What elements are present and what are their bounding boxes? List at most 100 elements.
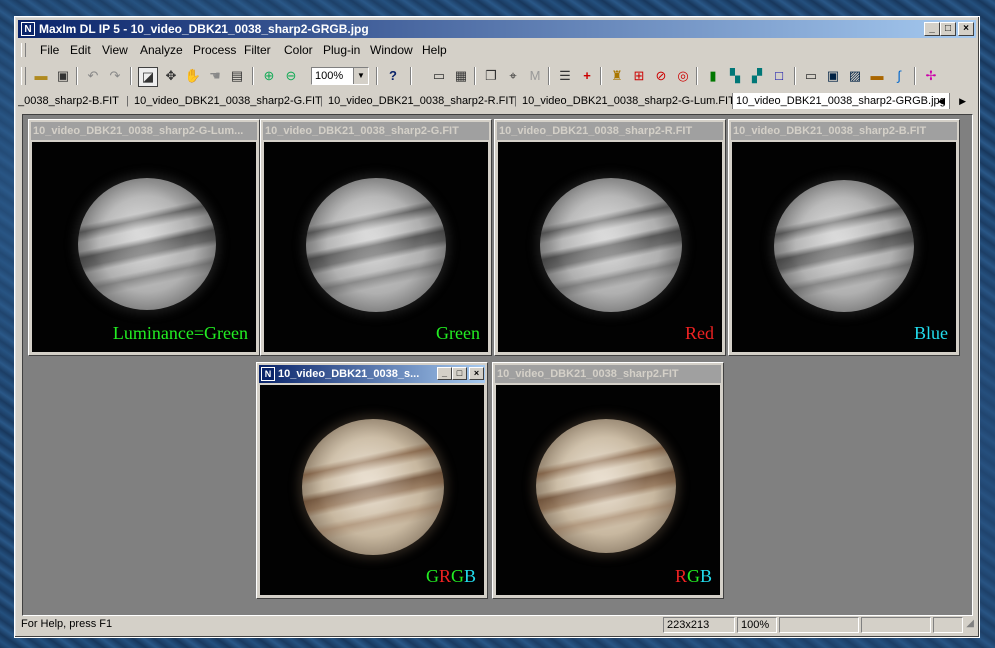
image-window-title[interactable]: N 10_video_DBK21_0038_s... _ □ ×: [259, 365, 485, 383]
toolbar-grip[interactable]: [21, 67, 26, 85]
image-window-title[interactable]: 10_video_DBK21_0038_sharp2-B.FIT: [731, 122, 957, 140]
jupiter-disk: [540, 178, 682, 312]
chart-icon[interactable]: ▮: [704, 67, 722, 85]
menu-bar: File Edit View Analyze Process Filter Co…: [18, 40, 976, 60]
move-icon[interactable]: ✥: [162, 67, 180, 85]
menu-view[interactable]: View: [102, 40, 128, 60]
panel-icon[interactable]: ▭: [802, 67, 820, 85]
title-bar[interactable]: N MaxIm DL IP 5 - 10_video_DBK21_0038_sh…: [18, 20, 976, 38]
star-icon[interactable]: ✢: [922, 67, 940, 85]
menu-plugin[interactable]: Plug-in: [323, 40, 360, 60]
fwhm-icon[interactable]: ◎: [674, 67, 692, 85]
tab-g-lum-fit[interactable]: 10_video_DBK21_0038_sharp2-G-Lum.FIT: [522, 93, 735, 109]
curve-icon[interactable]: ∫: [890, 67, 908, 85]
list-icon[interactable]: ☰: [556, 67, 574, 85]
image-window-blue[interactable]: 10_video_DBK21_0038_sharp2-B.FIT Blue: [728, 119, 960, 356]
image-window-grgb[interactable]: N 10_video_DBK21_0038_s... _ □ × GRGB: [256, 362, 488, 599]
save-icon[interactable]: ▣: [54, 67, 72, 85]
tab-r-fit[interactable]: 10_video_DBK21_0038_sharp2-R.FIT: [328, 93, 515, 109]
tab-grgb-jpg[interactable]: 10_video_DBK21_0038_sharp2-GRGB.jpg: [732, 93, 950, 109]
tab-b-fit[interactable]: _0038_sharp2-B.FIT: [18, 93, 119, 109]
status-zoom: 100%: [737, 617, 777, 633]
jupiter-image[interactable]: GRGB: [260, 385, 484, 595]
stack-icon[interactable]: ▦: [452, 67, 470, 85]
close-button[interactable]: ×: [469, 367, 484, 380]
minimize-button[interactable]: _: [437, 367, 452, 380]
plus-icon[interactable]: +: [578, 67, 596, 85]
menu-help[interactable]: Help: [422, 40, 447, 60]
align-icon[interactable]: ▚: [726, 67, 744, 85]
label-letter: G: [686, 566, 700, 586]
copy-icon[interactable]: ❐: [482, 67, 500, 85]
image-label: GRGB: [426, 566, 476, 587]
select-icon[interactable]: ◪: [138, 67, 158, 87]
hand-icon[interactable]: ✋: [184, 67, 202, 85]
crosshair-icon[interactable]: ⌖: [504, 67, 522, 85]
image-window-green[interactable]: 10_video_DBK21_0038_sharp2-G.FIT Green: [260, 119, 492, 356]
bar-icon[interactable]: ▬: [868, 67, 886, 85]
image-window-title[interactable]: 10_video_DBK21_0038_sharp2-G-Lum...: [31, 122, 257, 140]
properties-icon[interactable]: ▤: [228, 67, 246, 85]
maximize-button[interactable]: □: [452, 367, 467, 380]
main-window: N MaxIm DL IP 5 - 10_video_DBK21_0038_sh…: [14, 16, 980, 638]
toolbar-separator: [914, 67, 916, 85]
ruler-icon[interactable]: ▭: [430, 67, 448, 85]
zoom-select[interactable]: 100% ▼: [311, 67, 369, 85]
square-icon[interactable]: □: [770, 67, 788, 85]
image-window-title[interactable]: 10_video_DBK21_0038_sharp2-R.FIT: [497, 122, 723, 140]
menu-process[interactable]: Process: [193, 40, 236, 60]
bucket-icon[interactable]: ♜: [608, 67, 626, 85]
app-icon[interactable]: N: [21, 22, 35, 36]
measure-icon[interactable]: M: [526, 67, 544, 85]
menu-color[interactable]: Color: [284, 40, 313, 60]
status-help-text: For Help, press F1: [21, 618, 113, 630]
image-window-luminance[interactable]: 10_video_DBK21_0038_sharp2-G-Lum... Lumi…: [28, 119, 260, 356]
menu-analyze[interactable]: Analyze: [140, 40, 183, 60]
undo-icon[interactable]: ↶: [84, 67, 102, 85]
redo-icon[interactable]: ↷: [106, 67, 124, 85]
jupiter-image[interactable]: RGB: [496, 385, 720, 595]
image-label: Red: [685, 323, 714, 343]
jupiter-image[interactable]: Luminance=Green: [32, 142, 256, 352]
jupiter-image[interactable]: Blue: [732, 142, 956, 352]
jupiter-image[interactable]: Green: [264, 142, 488, 352]
picture-icon[interactable]: ▨: [846, 67, 864, 85]
chevron-down-icon[interactable]: ▼: [353, 68, 368, 84]
window-controls: _ □ ×: [924, 22, 974, 36]
help-pointer-icon[interactable]: ?: [384, 67, 402, 85]
mdi-workspace[interactable]: 10_video_DBK21_0038_sharp2-G-Lum... Lumi…: [22, 114, 973, 616]
image-window-title[interactable]: 10_video_DBK21_0038_sharp2.FIT: [495, 365, 721, 383]
child-window-controls: _ □ ×: [437, 367, 484, 380]
jupiter-disk: [78, 178, 216, 310]
zoom-in-icon[interactable]: ⊕: [260, 67, 278, 85]
tab-g-fit[interactable]: 10_video_DBK21_0038_sharp2-G.FIT: [134, 93, 322, 109]
toolbar: ▬ ▣ ↶ ↷ ◪ ✥ ✋ ☚ ▤ ⊕ ⊖ 100% ▼ ? ▭ ▦ ❐ ⌖ M…: [18, 63, 976, 89]
open-icon[interactable]: ▬: [32, 67, 50, 85]
menu-file[interactable]: File: [40, 40, 59, 60]
menu-window[interactable]: Window: [370, 40, 413, 60]
tab-scroll-arrows[interactable]: ◀ ▶: [938, 93, 972, 109]
resize-grip-icon[interactable]: ◢: [966, 615, 974, 633]
menu-filter[interactable]: Filter: [244, 40, 271, 60]
combine-icon[interactable]: ▞: [748, 67, 766, 85]
image-window-red[interactable]: 10_video_DBK21_0038_sharp2-R.FIT Red: [494, 119, 726, 356]
document-tabs: _0038_sharp2-B.FIT | 10_video_DBK21_0038…: [18, 93, 976, 109]
image-window-rgb[interactable]: 10_video_DBK21_0038_sharp2.FIT RGB: [492, 362, 724, 599]
label-letter: B: [699, 566, 712, 586]
pan-icon[interactable]: ☚: [206, 67, 224, 85]
image-window-title[interactable]: 10_video_DBK21_0038_sharp2-G.FIT: [263, 122, 489, 140]
maximize-button[interactable]: □: [940, 22, 956, 36]
jupiter-image[interactable]: Red: [498, 142, 722, 352]
ring-icon[interactable]: ⊘: [652, 67, 670, 85]
menu-edit[interactable]: Edit: [70, 40, 91, 60]
tab-separator: |: [514, 95, 517, 107]
close-button[interactable]: ×: [958, 22, 974, 36]
toolbar-separator: [794, 67, 796, 85]
app-icon[interactable]: N: [261, 367, 275, 381]
status-pane: [861, 617, 931, 633]
minimize-button[interactable]: _: [924, 22, 940, 36]
image-icon[interactable]: ▣: [824, 67, 842, 85]
grid-icon[interactable]: ⊞: [630, 67, 648, 85]
zoom-out-icon[interactable]: ⊖: [282, 67, 300, 85]
menu-grip[interactable]: [21, 43, 26, 57]
